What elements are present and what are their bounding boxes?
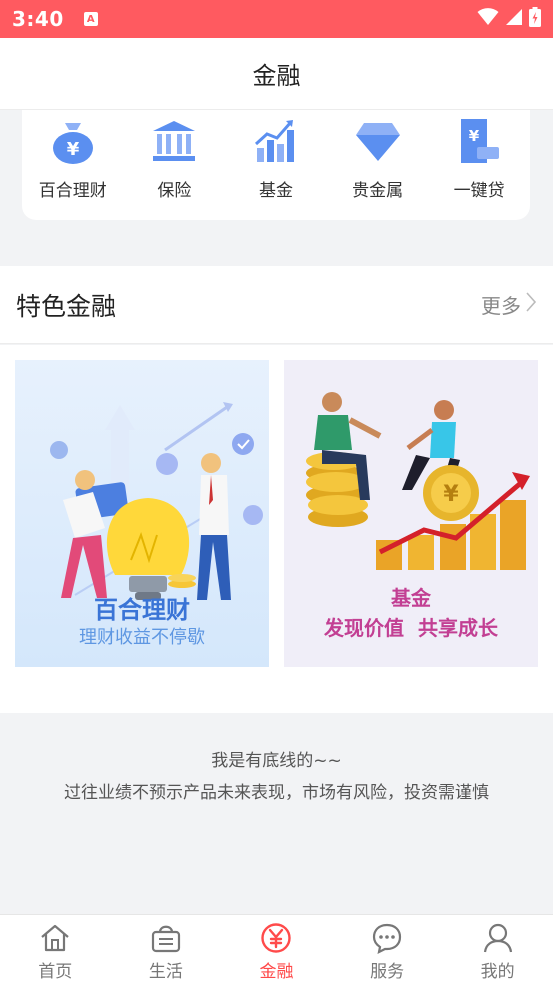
svg-text:¥: ¥	[469, 127, 480, 145]
category-label: 保险	[157, 181, 192, 201]
chat-icon	[370, 921, 404, 955]
promo-fund-title: 基金	[391, 586, 431, 610]
promo-fund-subtitle: 发现价值 共享成长	[324, 616, 498, 640]
nav-label: 金融	[259, 962, 294, 982]
more-label: 更多	[481, 294, 521, 318]
status-bar: 3:40 A	[0, 0, 553, 38]
money-bag-icon: ¥	[48, 116, 98, 166]
nav-finance[interactable]: 金融	[221, 915, 332, 984]
user-icon	[481, 921, 515, 955]
loan-receipt-icon: ¥	[454, 116, 504, 166]
nav-service[interactable]: 服务	[332, 915, 443, 984]
svg-text:¥: ¥	[67, 139, 80, 160]
signal-icon	[505, 8, 523, 30]
svg-text:¥: ¥	[443, 482, 459, 507]
bottom-nav: 首页 生活 金融 服务 我的	[0, 914, 553, 984]
nav-label: 首页	[38, 962, 73, 982]
category-licai[interactable]: ¥ 百合理财	[22, 110, 124, 220]
nav-label: 服务	[370, 962, 405, 982]
promo-card-licai[interactable]: 百合理财 理财收益不停歇	[15, 360, 269, 667]
promo-licai-subtitle: 理财收益不停歇	[79, 627, 205, 648]
category-label: 贵金属	[352, 181, 404, 201]
yuan-icon	[259, 921, 293, 955]
status-time: 3:40	[12, 7, 64, 31]
featured-section-header: 特色金融 更多	[0, 266, 553, 344]
footer-line-1: 我是有底线的~~	[211, 751, 342, 771]
promo-card-fund[interactable]: ¥ 基金 发现价值 共享成长	[284, 360, 538, 667]
page-title: 金融	[252, 62, 301, 90]
bank-icon	[149, 116, 199, 166]
notification-badge: A	[83, 12, 98, 26]
wifi-icon	[477, 8, 499, 30]
growth-chart-icon	[251, 116, 301, 166]
chevron-right-icon	[525, 291, 537, 318]
section-title: 特色金融	[16, 291, 117, 321]
category-label: 百合理财	[38, 181, 107, 201]
promo-area: 百合理财 理财收益不停歇 ¥ 基金 发现价值 共享成长	[0, 345, 553, 713]
app-header: 金融	[0, 38, 553, 110]
category-card: ¥ 百合理财 保险 基金 贵金属 ¥ 一键贷	[22, 110, 530, 220]
category-label: 基金	[258, 181, 293, 201]
basket-icon	[149, 921, 183, 955]
category-fund[interactable]: 基金	[225, 110, 327, 220]
footer-disclaimer: 过往业绩不预示产品未来表现，市场有风险，投资需谨慎	[64, 783, 489, 803]
nav-label: 我的	[480, 962, 515, 982]
category-loan[interactable]: ¥ 一键贷	[428, 110, 530, 220]
category-precious-metal[interactable]: 贵金属	[327, 110, 429, 220]
nav-label: 生活	[148, 962, 183, 982]
battery-icon	[529, 7, 541, 31]
nav-home[interactable]: 首页	[0, 915, 111, 984]
diamond-icon	[353, 116, 403, 166]
nav-mine[interactable]: 我的	[442, 915, 553, 984]
category-insurance[interactable]: 保险	[124, 110, 226, 220]
nav-life[interactable]: 生活	[111, 915, 222, 984]
footer-note: 我是有底线的~~ 过往业绩不预示产品未来表现，市场有风险，投资需谨慎	[0, 745, 553, 809]
promo-licai-title: 百合理财	[94, 596, 190, 624]
more-link[interactable]: 更多	[481, 290, 537, 319]
category-label: 一键贷	[453, 181, 505, 201]
home-icon	[38, 921, 72, 955]
